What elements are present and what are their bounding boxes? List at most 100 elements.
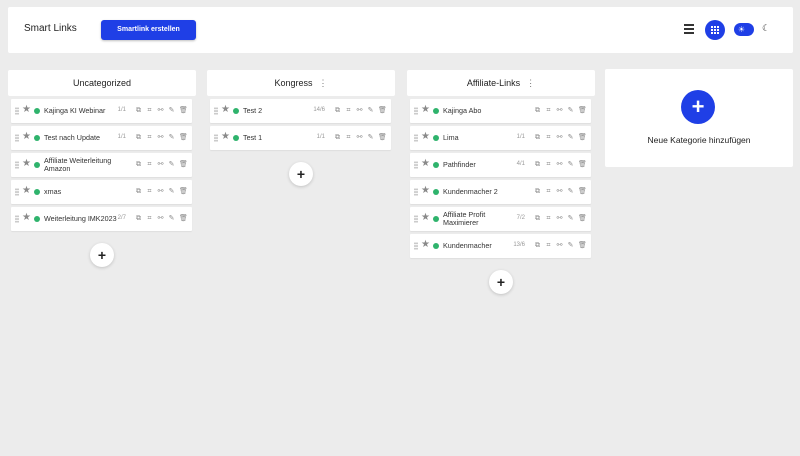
- star-icon[interactable]: ★: [421, 212, 430, 223]
- edit-icon[interactable]: ✎: [168, 161, 175, 168]
- drag-handle-icon[interactable]: [414, 161, 418, 169]
- copy-link-icon[interactable]: ⚯: [157, 161, 164, 168]
- theme-toggle[interactable]: ☀: [734, 23, 754, 36]
- edit-icon[interactable]: ✎: [567, 242, 574, 249]
- drag-handle-icon[interactable]: [214, 134, 218, 142]
- link-name[interactable]: Kajinga Abo: [443, 99, 517, 123]
- link-name[interactable]: Affiliate Weiterleitung Amazon: [44, 153, 118, 177]
- open-link-icon[interactable]: ⧉: [334, 107, 341, 114]
- link-card[interactable]: ★ Kundenmacher 2 ⧉ ⌗ ⚯ ✎ 🗑: [410, 180, 591, 204]
- drag-handle-icon[interactable]: [414, 188, 418, 196]
- link-name[interactable]: Test nach Update: [44, 126, 118, 150]
- link-name[interactable]: Kundenmacher: [443, 234, 517, 258]
- qr-code-icon[interactable]: ⌗: [345, 107, 352, 114]
- qr-code-icon[interactable]: ⌗: [545, 215, 552, 222]
- open-link-icon[interactable]: ⧉: [135, 188, 142, 195]
- star-icon[interactable]: ★: [22, 212, 31, 223]
- qr-code-icon[interactable]: ⌗: [146, 215, 153, 222]
- link-card[interactable]: ★ Weiterleitung IMK2023 2/7 ⧉ ⌗ ⚯ ✎ 🗑: [11, 207, 192, 231]
- edit-icon[interactable]: ✎: [168, 107, 175, 114]
- star-icon[interactable]: ★: [22, 104, 31, 115]
- copy-link-icon[interactable]: ⚯: [356, 107, 363, 114]
- drag-handle-icon[interactable]: [15, 107, 19, 115]
- kebab-menu-icon[interactable]: ⋮: [526, 78, 535, 88]
- drag-handle-icon[interactable]: [15, 188, 19, 196]
- open-link-icon[interactable]: ⧉: [334, 134, 341, 141]
- qr-code-icon[interactable]: ⌗: [146, 161, 153, 168]
- qr-code-icon[interactable]: ⌗: [545, 188, 552, 195]
- open-link-icon[interactable]: ⧉: [135, 107, 142, 114]
- new-category-card[interactable]: + Neue Kategorie hinzufügen: [605, 69, 793, 167]
- edit-icon[interactable]: ✎: [567, 161, 574, 168]
- category-header[interactable]: Affiliate-Links ⋮: [407, 70, 595, 96]
- drag-handle-icon[interactable]: [15, 134, 19, 142]
- delete-icon[interactable]: 🗑: [578, 215, 587, 222]
- link-name[interactable]: Lima: [443, 126, 517, 150]
- link-card[interactable]: ★ xmas ⧉ ⌗ ⚯ ✎ 🗑: [11, 180, 192, 204]
- open-link-icon[interactable]: ⧉: [534, 134, 541, 141]
- add-category-button[interactable]: +: [681, 90, 715, 124]
- link-card[interactable]: ★ Kundenmacher 13/6 ⧉ ⌗ ⚯ ✎ 🗑: [410, 234, 591, 258]
- star-icon[interactable]: ★: [22, 185, 31, 196]
- edit-icon[interactable]: ✎: [567, 107, 574, 114]
- qr-code-icon[interactable]: ⌗: [545, 242, 552, 249]
- open-link-icon[interactable]: ⧉: [534, 242, 541, 249]
- link-name[interactable]: xmas: [44, 180, 118, 204]
- add-link-button[interactable]: +: [289, 162, 313, 186]
- copy-link-icon[interactable]: ⚯: [556, 161, 563, 168]
- link-card[interactable]: ★ Affiliate Weiterleitung Amazon ⧉ ⌗ ⚯ ✎…: [11, 153, 192, 177]
- star-icon[interactable]: ★: [22, 131, 31, 142]
- qr-code-icon[interactable]: ⌗: [545, 134, 552, 141]
- category-header[interactable]: Uncategorized: [8, 70, 196, 96]
- link-card[interactable]: ★ Test 1 1/1 ⧉ ⌗ ⚯ ✎ 🗑: [210, 126, 391, 150]
- star-icon[interactable]: ★: [421, 131, 430, 142]
- open-link-icon[interactable]: ⧉: [135, 215, 142, 222]
- open-link-icon[interactable]: ⧉: [135, 161, 142, 168]
- open-link-icon[interactable]: ⧉: [534, 161, 541, 168]
- delete-icon[interactable]: 🗑: [179, 107, 188, 114]
- delete-icon[interactable]: 🗑: [378, 134, 387, 141]
- link-name[interactable]: Pathfinder: [443, 153, 517, 177]
- qr-code-icon[interactable]: ⌗: [146, 107, 153, 114]
- copy-link-icon[interactable]: ⚯: [157, 215, 164, 222]
- kebab-menu-icon[interactable]: ⋮: [319, 78, 328, 88]
- link-name[interactable]: Test 1: [243, 126, 317, 150]
- link-name[interactable]: Kajinga KI Webinar: [44, 99, 118, 123]
- star-icon[interactable]: ★: [421, 239, 430, 250]
- star-icon[interactable]: ★: [221, 131, 230, 142]
- qr-code-icon[interactable]: ⌗: [545, 161, 552, 168]
- open-link-icon[interactable]: ⧉: [135, 134, 142, 141]
- grid-view-button[interactable]: [705, 20, 725, 40]
- edit-icon[interactable]: ✎: [567, 188, 574, 195]
- edit-icon[interactable]: ✎: [567, 134, 574, 141]
- edit-icon[interactable]: ✎: [367, 134, 374, 141]
- drag-handle-icon[interactable]: [414, 215, 418, 223]
- edit-icon[interactable]: ✎: [367, 107, 374, 114]
- link-card[interactable]: ★ Kajinga KI Webinar 1/1 ⧉ ⌗ ⚯ ✎ 🗑: [11, 99, 192, 123]
- delete-icon[interactable]: 🗑: [578, 134, 587, 141]
- drag-handle-icon[interactable]: [214, 107, 218, 115]
- delete-icon[interactable]: 🗑: [179, 215, 188, 222]
- delete-icon[interactable]: 🗑: [578, 242, 587, 249]
- copy-link-icon[interactable]: ⚯: [157, 134, 164, 141]
- link-name[interactable]: Affiliate Profit Maximierer: [443, 207, 517, 231]
- edit-icon[interactable]: ✎: [168, 188, 175, 195]
- delete-icon[interactable]: 🗑: [378, 107, 387, 114]
- drag-handle-icon[interactable]: [414, 242, 418, 250]
- copy-link-icon[interactable]: ⚯: [556, 134, 563, 141]
- add-link-button[interactable]: +: [90, 243, 114, 267]
- link-name[interactable]: Kundenmacher 2: [443, 180, 517, 204]
- delete-icon[interactable]: 🗑: [578, 161, 587, 168]
- drag-handle-icon[interactable]: [414, 107, 418, 115]
- delete-icon[interactable]: 🗑: [179, 188, 188, 195]
- delete-icon[interactable]: 🗑: [578, 107, 587, 114]
- copy-link-icon[interactable]: ⚯: [556, 215, 563, 222]
- qr-code-icon[interactable]: ⌗: [146, 134, 153, 141]
- create-smartlink-button[interactable]: Smartlink erstellen: [101, 20, 196, 40]
- open-link-icon[interactable]: ⧉: [534, 188, 541, 195]
- star-icon[interactable]: ★: [421, 185, 430, 196]
- link-card[interactable]: ★ Pathfinder 4/1 ⧉ ⌗ ⚯ ✎ 🗑: [410, 153, 591, 177]
- edit-icon[interactable]: ✎: [567, 215, 574, 222]
- qr-code-icon[interactable]: ⌗: [545, 107, 552, 114]
- drag-handle-icon[interactable]: [15, 215, 19, 223]
